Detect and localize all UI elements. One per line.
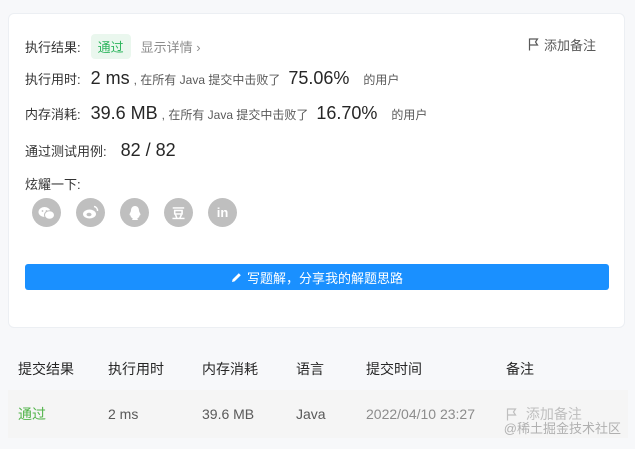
cell-time: 2022/04/10 23:27 bbox=[366, 406, 475, 422]
header-result: 提交结果 bbox=[18, 361, 74, 377]
add-note-label: 添加备注 bbox=[543, 38, 596, 53]
watermark: @稀土掘金技术社区 bbox=[503, 421, 621, 436]
runtime-value: 2 ms bbox=[90, 68, 130, 88]
douban-icon[interactable]: 豆 bbox=[164, 198, 193, 227]
runtime-percent: 75.06% bbox=[288, 68, 350, 88]
share-row: 炫耀一下: bbox=[25, 174, 81, 193]
memory-beat-text: , 在所有 Java 提交中击败了 bbox=[161, 108, 309, 122]
memory-suffix: 的用户 bbox=[391, 108, 428, 122]
share-label: 炫耀一下: bbox=[25, 177, 81, 192]
tests-value: 82 / 82 bbox=[120, 140, 176, 160]
runtime-row: 执行用时: 2 ms , 在所有 Java 提交中击败了 75.06% 的用户 bbox=[25, 68, 399, 89]
table-header-row: 提交结果 执行用时 内存消耗 语言 提交时间 备注 bbox=[8, 348, 628, 390]
show-details-link[interactable]: 显示详情 › bbox=[141, 37, 201, 56]
result-card: 执行结果: 通过 显示详情 › 添加备注 执行用时: 2 ms , 在所有 Ja… bbox=[8, 13, 625, 328]
add-note-button[interactable]: 添加备注 bbox=[528, 35, 596, 54]
cell-runtime: 2 ms bbox=[108, 406, 139, 422]
memory-row: 内存消耗: 39.6 MB , 在所有 Java 提交中击败了 16.70% 的… bbox=[25, 103, 427, 124]
wechat-icon[interactable] bbox=[32, 198, 61, 227]
cell-result[interactable]: 通过 bbox=[8, 390, 108, 438]
cell-memory: 39.6 MB bbox=[202, 406, 255, 422]
share-icons: 豆 in bbox=[32, 198, 237, 227]
memory-percent: 16.70% bbox=[316, 103, 378, 123]
result-row: 执行结果: 通过 显示详情 › bbox=[25, 34, 201, 59]
flag-icon bbox=[528, 38, 539, 51]
tests-label: 通过测试用例: bbox=[25, 144, 107, 159]
runtime-suffix: 的用户 bbox=[363, 73, 400, 87]
linkedin-icon[interactable]: in bbox=[208, 198, 237, 227]
header-memory: 内存消耗 bbox=[202, 361, 258, 377]
pencil-icon bbox=[231, 272, 242, 283]
memory-label: 内存消耗: bbox=[25, 107, 81, 122]
header-language: 语言 bbox=[296, 361, 324, 377]
write-solution-label: 写题解，分享我的解题思路 bbox=[246, 270, 403, 286]
header-note: 备注 bbox=[506, 361, 534, 377]
status-badge: 通过 bbox=[90, 34, 131, 59]
header-time: 提交时间 bbox=[366, 361, 422, 377]
weibo-icon[interactable] bbox=[76, 198, 105, 227]
result-label: 执行结果: bbox=[25, 40, 81, 55]
runtime-beat-text: , 在所有 Java 提交中击败了 bbox=[133, 73, 281, 87]
cell-language: Java bbox=[296, 406, 326, 422]
runtime-label: 执行用时: bbox=[25, 72, 81, 87]
write-solution-button[interactable]: 写题解，分享我的解题思路 bbox=[25, 264, 609, 290]
header-runtime: 执行用时 bbox=[108, 361, 164, 377]
qq-icon[interactable] bbox=[120, 198, 149, 227]
tests-row: 通过测试用例: 82 / 82 bbox=[25, 140, 176, 161]
memory-value: 39.6 MB bbox=[90, 103, 158, 123]
